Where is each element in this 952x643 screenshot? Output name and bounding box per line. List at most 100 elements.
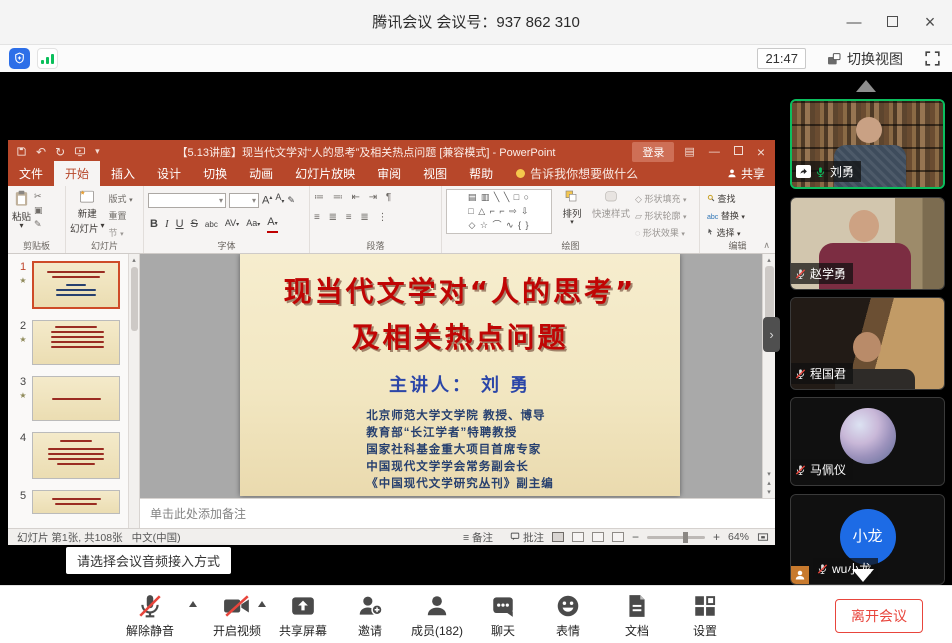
canvas-scroll-down-icon[interactable]: ▾ bbox=[763, 470, 775, 478]
save-icon[interactable] bbox=[16, 146, 27, 157]
character-spacing-button[interactable]: abc bbox=[205, 218, 218, 231]
slide-thumbnail-1[interactable]: 1★ bbox=[14, 261, 125, 309]
shapes-gallery[interactable]: ▤ ▥ ╲ ╲ □ ○ □ △ ⌐ ⌐ ⇨ ⇩ ◇ ☆ ⌒ ∿ { } bbox=[446, 189, 552, 234]
font-name-combo[interactable]: ▾ bbox=[148, 193, 226, 208]
thumbnails-scroll-thumb[interactable] bbox=[131, 267, 138, 331]
grow-font-button[interactable]: A▴ bbox=[262, 192, 272, 208]
fullscreen-button[interactable] bbox=[923, 49, 942, 68]
invite-button[interactable]: 邀请 bbox=[332, 593, 408, 639]
tell-me-button[interactable]: 告诉我你想要做什么 bbox=[516, 165, 638, 186]
shapes-row2[interactable]: □ △ ⌐ ⌐ ⇨ ⇩ bbox=[447, 204, 551, 218]
thumbnail-preview[interactable] bbox=[32, 376, 120, 421]
ribbon-tab-help[interactable]: 帮助 bbox=[458, 161, 504, 186]
ribbon-tab-file[interactable]: 文件 bbox=[8, 161, 54, 186]
format-painter-icon[interactable]: ✎ bbox=[34, 219, 43, 230]
participant-tile-mapeiyi[interactable]: 马佩仪 bbox=[790, 397, 945, 486]
quick-styles-button[interactable]: 快速样式 bbox=[592, 189, 630, 239]
bold-button[interactable]: B bbox=[150, 218, 158, 231]
members-button[interactable]: 成员(182) bbox=[399, 593, 475, 639]
thumbnail-preview[interactable] bbox=[32, 261, 120, 309]
replace-button[interactable]: abc 替换 ▾ bbox=[707, 209, 773, 222]
zoom-slider[interactable] bbox=[647, 536, 705, 539]
thumbnail-preview[interactable] bbox=[32, 320, 120, 365]
slide[interactable]: 现当代文学对“人的思考” 及相关热点问题 主讲人： 刘 勇 北京师范大学文学院 … bbox=[240, 254, 680, 496]
new-slide-button[interactable]: 新建 幻灯片▾ bbox=[70, 189, 105, 239]
zoom-level[interactable]: 64% bbox=[728, 531, 749, 543]
slide-thumbnail-3[interactable]: 3★ bbox=[14, 376, 125, 421]
participants-scroll-down[interactable] bbox=[852, 569, 874, 582]
zoom-out-button[interactable]: − bbox=[632, 530, 639, 544]
comments-toggle-button[interactable]: 批注 bbox=[510, 530, 544, 545]
ribbon-tab-insert[interactable]: 插入 bbox=[100, 161, 146, 186]
notes-toggle-button[interactable]: ≡ 备注 bbox=[463, 530, 493, 545]
slide-thumbnail-4[interactable]: 4 bbox=[14, 432, 125, 479]
ppt-share-button[interactable]: 共享 bbox=[727, 165, 775, 186]
italic-button[interactable]: I bbox=[165, 218, 169, 231]
settings-button[interactable]: 设置 bbox=[667, 593, 743, 639]
underline-button[interactable]: U bbox=[176, 218, 184, 231]
ribbon-tab-animations[interactable]: 动画 bbox=[238, 161, 284, 186]
previous-slide-button[interactable]: ▴ bbox=[763, 479, 775, 487]
view-normal-button[interactable] bbox=[552, 532, 564, 542]
switch-view-button[interactable]: 切换视图 bbox=[826, 48, 903, 69]
zoom-in-button[interactable]: + bbox=[713, 530, 720, 544]
collapse-ribbon-button[interactable]: ∧ bbox=[763, 240, 770, 251]
emoji-button[interactable]: 表情 bbox=[530, 593, 606, 639]
start-video-button[interactable]: 开启视频 bbox=[199, 593, 275, 639]
unmute-button[interactable]: 解除静音 bbox=[112, 593, 188, 639]
shape-effects-button[interactable]: ◌ 形状效果 ▾ bbox=[635, 226, 686, 239]
cut-icon[interactable]: ✂ bbox=[34, 191, 43, 202]
ppt-minimize-button[interactable]: — bbox=[709, 146, 720, 158]
ribbon-tab-transitions[interactable]: 切换 bbox=[192, 161, 238, 186]
thumbnails-scrollbar[interactable]: ▴ bbox=[128, 254, 139, 528]
shape-outline-button[interactable]: ▱ 形状轮廓 ▾ bbox=[635, 209, 686, 222]
find-button[interactable]: 查找 bbox=[707, 192, 773, 205]
shrink-font-button[interactable]: A▾ bbox=[275, 191, 284, 209]
participant-tile-zhaoxueyong[interactable]: 赵学勇 bbox=[790, 197, 945, 290]
slide-thumbnail-5[interactable]: 5 bbox=[14, 490, 125, 514]
select-button[interactable]: 选择 ▾ bbox=[707, 226, 773, 239]
reset-button[interactable]: 重置 bbox=[109, 209, 133, 222]
canvas-scroll-up-icon[interactable]: ▴ bbox=[763, 256, 775, 264]
docs-button[interactable]: 文档 bbox=[599, 593, 675, 639]
shape-fill-button[interactable]: ◇ 形状填充 ▾ bbox=[635, 192, 686, 205]
notes-area[interactable]: 单击此处添加备注 bbox=[140, 498, 775, 528]
thumbnail-preview[interactable] bbox=[32, 432, 120, 479]
paragraph-row1-icons[interactable]: ≔ ≕ ⇤ ⇥ ¶ bbox=[314, 192, 439, 203]
next-slide-button[interactable]: ▾ bbox=[763, 488, 775, 496]
paste-button[interactable]: 粘贴 ▾ bbox=[12, 189, 31, 230]
ppt-login-button[interactable]: 登录 bbox=[632, 142, 674, 162]
thumbnail-preview[interactable] bbox=[32, 490, 120, 514]
shapes-row3[interactable]: ◇ ☆ ⌒ ∿ { } bbox=[447, 218, 551, 232]
view-reading-button[interactable] bbox=[592, 532, 604, 542]
ppt-maximize-button[interactable] bbox=[734, 146, 743, 158]
view-slideshow-button[interactable] bbox=[612, 532, 624, 542]
font-color-button[interactable]: A▾ bbox=[267, 216, 277, 233]
arrange-button[interactable]: 排列 ▾ bbox=[557, 189, 587, 239]
layout-button[interactable]: 版式 ▾ bbox=[109, 192, 133, 205]
font-size-combo[interactable]: ▾ bbox=[229, 193, 259, 208]
ribbon-tab-slideshow[interactable]: 幻灯片放映 bbox=[284, 161, 366, 186]
strikethrough-button[interactable]: S bbox=[191, 218, 198, 231]
fit-slide-button[interactable] bbox=[757, 532, 769, 543]
maximize-button[interactable] bbox=[884, 14, 900, 31]
zoom-slider-thumb[interactable] bbox=[683, 532, 688, 543]
section-button[interactable]: 节 ▾ bbox=[109, 226, 133, 239]
share-screen-button[interactable]: 共享屏幕 bbox=[265, 593, 341, 639]
ribbon-tab-design[interactable]: 设计 bbox=[146, 161, 192, 186]
slide-thumbnail-2[interactable]: 2★ bbox=[14, 320, 125, 365]
language-status[interactable]: 中文(中国) bbox=[132, 530, 181, 545]
participant-tile-chengguojun[interactable]: 程国君 bbox=[790, 297, 945, 390]
change-case-button[interactable]: Aa▾ bbox=[246, 217, 260, 232]
participants-scroll-up[interactable] bbox=[856, 80, 876, 92]
network-signal-icon[interactable] bbox=[37, 48, 58, 69]
audio-options-caret[interactable] bbox=[189, 601, 197, 607]
undo-icon[interactable]: ↶ bbox=[36, 145, 46, 159]
leave-meeting-button[interactable]: 离开会议 bbox=[835, 599, 923, 633]
panel-collapse-handle[interactable]: › bbox=[763, 317, 780, 352]
shapes-row1[interactable]: ▤ ▥ ╲ ╲ □ ○ bbox=[447, 190, 551, 204]
copy-icon[interactable]: ▣ bbox=[34, 205, 43, 216]
clear-formatting-icon[interactable]: ✎ bbox=[287, 194, 295, 207]
security-shield-icon[interactable] bbox=[9, 48, 30, 69]
view-slide-sorter-button[interactable] bbox=[572, 532, 584, 542]
